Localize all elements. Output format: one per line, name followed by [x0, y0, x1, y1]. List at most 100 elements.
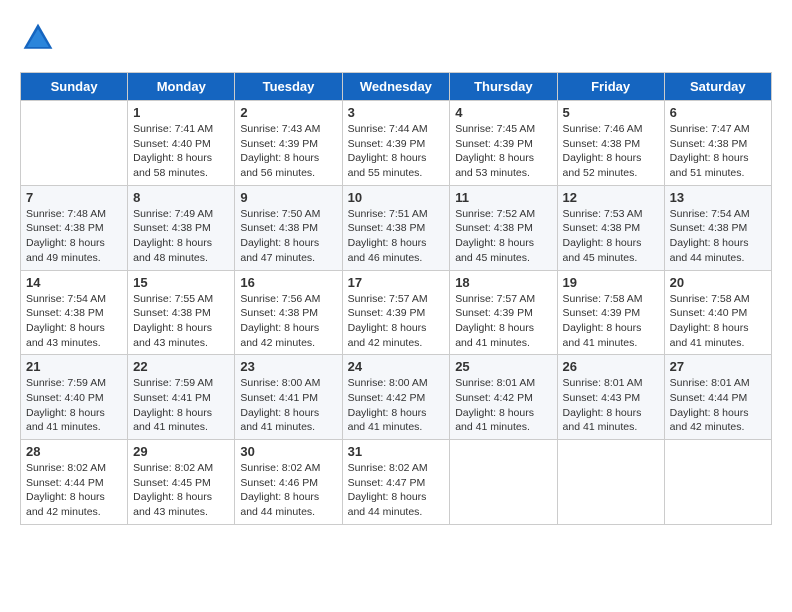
calendar-cell: 22 Sunrise: 7:59 AMSunset: 4:41 PMDayligh…: [128, 355, 235, 440]
day-number: 8: [133, 190, 229, 205]
day-info: Sunrise: 8:01 AMSunset: 4:43 PMDaylight:…: [563, 376, 659, 435]
day-number: 16: [240, 275, 336, 290]
day-number: 7: [26, 190, 122, 205]
calendar-cell: 2Sunrise: 7:43 AMSunset: 4:39 PMDaylight…: [235, 101, 342, 186]
weekday-header-thursday: Thursday: [450, 73, 557, 101]
day-info: Sunrise: 8:01 AMSunset: 4:42 PMDaylight:…: [455, 376, 551, 435]
calendar-cell: 28 Sunrise: 8:02 AMSunset: 4:44 PMDayligh…: [21, 440, 128, 525]
logo-icon: [20, 20, 56, 56]
day-info: Sunrise: 7:48 AMSunset: 4:38 PMDaylight:…: [26, 207, 122, 266]
day-number: 30: [240, 444, 336, 459]
calendar-cell: 12 Sunrise: 7:53 AMSunset: 4:38 PMDayligh…: [557, 185, 664, 270]
day-number: 2: [240, 105, 336, 120]
calendar-cell: 16 Sunrise: 7:56 AMSunset: 4:38 PMDayligh…: [235, 270, 342, 355]
calendar-cell: 17 Sunrise: 7:57 AMSunset: 4:39 PMDayligh…: [342, 270, 450, 355]
weekday-header-monday: Monday: [128, 73, 235, 101]
day-info: Sunrise: 7:59 AMSunset: 4:41 PMDaylight:…: [133, 376, 229, 435]
calendar-cell: 30 Sunrise: 8:02 AMSunset: 4:46 PMDayligh…: [235, 440, 342, 525]
day-info: Sunrise: 7:44 AMSunset: 4:39 PMDaylight:…: [348, 122, 445, 181]
logo: [20, 20, 60, 56]
calendar-cell: 23 Sunrise: 8:00 AMSunset: 4:41 PMDayligh…: [235, 355, 342, 440]
calendar-cell: 3 Sunrise: 7:44 AMSunset: 4:39 PMDaylight…: [342, 101, 450, 186]
calendar-cell: 1Sunrise: 7:41 AMSunset: 4:40 PMDaylight…: [128, 101, 235, 186]
day-info: Sunrise: 7:57 AMSunset: 4:39 PMDaylight:…: [348, 292, 445, 351]
calendar-cell: 13Sunrise: 7:54 AMSunset: 4:38 PMDayligh…: [664, 185, 771, 270]
calendar-cell: 19 Sunrise: 7:58 AMSunset: 4:39 PMDayligh…: [557, 270, 664, 355]
calendar-week-row: 7 Sunrise: 7:48 AMSunset: 4:38 PMDaylight…: [21, 185, 772, 270]
day-number: 25: [455, 359, 551, 374]
day-info: Sunrise: 8:02 AMSunset: 4:46 PMDaylight:…: [240, 461, 336, 520]
calendar-cell: 15 Sunrise: 7:55 AMSunset: 4:38 PMDayligh…: [128, 270, 235, 355]
day-number: 22: [133, 359, 229, 374]
day-number: 20: [670, 275, 766, 290]
day-info: Sunrise: 8:01 AMSunset: 4:44 PMDaylight:…: [670, 376, 766, 435]
day-number: 28: [26, 444, 122, 459]
day-info: Sunrise: 7:58 AMSunset: 4:39 PMDaylight:…: [563, 292, 659, 351]
day-info: Sunrise: 8:02 AMSunset: 4:47 PMDaylight:…: [348, 461, 445, 520]
day-info: Sunrise: 7:53 AMSunset: 4:38 PMDaylight:…: [563, 207, 659, 266]
day-number: 11: [455, 190, 551, 205]
day-info: Sunrise: 7:58 AMSunset: 4:40 PMDaylight:…: [670, 292, 766, 351]
weekday-header-saturday: Saturday: [664, 73, 771, 101]
day-info: Sunrise: 7:49 AMSunset: 4:38 PMDaylight:…: [133, 207, 229, 266]
calendar-week-row: 28 Sunrise: 8:02 AMSunset: 4:44 PMDayligh…: [21, 440, 772, 525]
day-number: 17: [348, 275, 445, 290]
calendar-cell: 21 Sunrise: 7:59 AMSunset: 4:40 PMDayligh…: [21, 355, 128, 440]
day-info: Sunrise: 7:54 AMSunset: 4:38 PMDaylight:…: [670, 207, 766, 266]
day-number: 14: [26, 275, 122, 290]
calendar-cell: 9 Sunrise: 7:50 AMSunset: 4:38 PMDaylight…: [235, 185, 342, 270]
day-info: Sunrise: 8:00 AMSunset: 4:42 PMDaylight:…: [348, 376, 445, 435]
calendar-cell: 25 Sunrise: 8:01 AMSunset: 4:42 PMDayligh…: [450, 355, 557, 440]
calendar-cell: [450, 440, 557, 525]
day-number: 26: [563, 359, 659, 374]
day-info: Sunrise: 7:52 AMSunset: 4:38 PMDaylight:…: [455, 207, 551, 266]
day-number: 12: [563, 190, 659, 205]
calendar-week-row: 14 Sunrise: 7:54 AMSunset: 4:38 PMDayligh…: [21, 270, 772, 355]
day-info: Sunrise: 8:00 AMSunset: 4:41 PMDaylight:…: [240, 376, 336, 435]
calendar-cell: 18Sunrise: 7:57 AMSunset: 4:39 PMDayligh…: [450, 270, 557, 355]
day-number: 29: [133, 444, 229, 459]
calendar-cell: 31 Sunrise: 8:02 AMSunset: 4:47 PMDayligh…: [342, 440, 450, 525]
day-number: 1: [133, 105, 229, 120]
day-info: Sunrise: 7:51 AMSunset: 4:38 PMDaylight:…: [348, 207, 445, 266]
day-info: Sunrise: 7:47 AMSunset: 4:38 PMDaylight:…: [670, 122, 766, 181]
calendar-cell: 29 Sunrise: 8:02 AMSunset: 4:45 PMDayligh…: [128, 440, 235, 525]
weekday-header-wednesday: Wednesday: [342, 73, 450, 101]
day-number: 5: [563, 105, 659, 120]
day-number: 21: [26, 359, 122, 374]
day-number: 19: [563, 275, 659, 290]
day-info: Sunrise: 7:54 AMSunset: 4:38 PMDaylight:…: [26, 292, 122, 351]
day-number: 27: [670, 359, 766, 374]
day-number: 23: [240, 359, 336, 374]
day-number: 10: [348, 190, 445, 205]
day-info: Sunrise: 8:02 AMSunset: 4:45 PMDaylight:…: [133, 461, 229, 520]
calendar-cell: [557, 440, 664, 525]
day-info: Sunrise: 7:50 AMSunset: 4:38 PMDaylight:…: [240, 207, 336, 266]
calendar-cell: 4Sunrise: 7:45 AMSunset: 4:39 PMDaylight…: [450, 101, 557, 186]
calendar-week-row: 21 Sunrise: 7:59 AMSunset: 4:40 PMDayligh…: [21, 355, 772, 440]
page-header: [20, 20, 772, 56]
calendar-cell: 26 Sunrise: 8:01 AMSunset: 4:43 PMDayligh…: [557, 355, 664, 440]
day-number: 18: [455, 275, 551, 290]
day-number: 3: [348, 105, 445, 120]
calendar-cell: 11 Sunrise: 7:52 AMSunset: 4:38 PMDayligh…: [450, 185, 557, 270]
day-info: Sunrise: 7:56 AMSunset: 4:38 PMDaylight:…: [240, 292, 336, 351]
calendar-cell: 8 Sunrise: 7:49 AMSunset: 4:38 PMDaylight…: [128, 185, 235, 270]
day-info: Sunrise: 7:59 AMSunset: 4:40 PMDaylight:…: [26, 376, 122, 435]
day-number: 31: [348, 444, 445, 459]
calendar-cell: 27 Sunrise: 8:01 AMSunset: 4:44 PMDayligh…: [664, 355, 771, 440]
day-info: Sunrise: 7:46 AMSunset: 4:38 PMDaylight:…: [563, 122, 659, 181]
calendar-cell: 24Sunrise: 8:00 AMSunset: 4:42 PMDayligh…: [342, 355, 450, 440]
calendar-cell: 7 Sunrise: 7:48 AMSunset: 4:38 PMDaylight…: [21, 185, 128, 270]
day-number: 6: [670, 105, 766, 120]
day-info: Sunrise: 8:02 AMSunset: 4:44 PMDaylight:…: [26, 461, 122, 520]
calendar-week-row: 1Sunrise: 7:41 AMSunset: 4:40 PMDaylight…: [21, 101, 772, 186]
day-number: 15: [133, 275, 229, 290]
day-info: Sunrise: 7:55 AMSunset: 4:38 PMDaylight:…: [133, 292, 229, 351]
weekday-header-sunday: Sunday: [21, 73, 128, 101]
weekday-header-friday: Friday: [557, 73, 664, 101]
day-number: 4: [455, 105, 551, 120]
calendar-cell: 10 Sunrise: 7:51 AMSunset: 4:38 PMDayligh…: [342, 185, 450, 270]
day-number: 9: [240, 190, 336, 205]
calendar-cell: 5 Sunrise: 7:46 AMSunset: 4:38 PMDaylight…: [557, 101, 664, 186]
